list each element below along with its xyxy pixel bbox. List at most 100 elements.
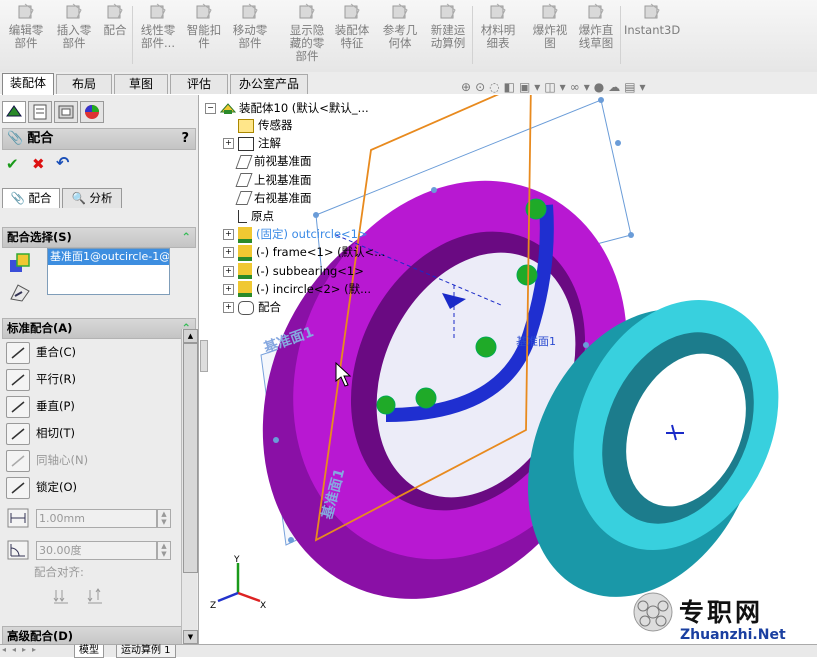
toolbar-separator [620, 6, 621, 64]
display-style-icon[interactable]: ◫▾ [544, 80, 569, 94]
tree-item-label: 注解 [258, 136, 281, 151]
scroll-down-arrow[interactable]: ▼ [183, 630, 198, 644]
toolbar-button-5[interactable]: 移动零 部件 [228, 2, 272, 64]
mate-selection-header[interactable]: 配合选择(S) ⌃ [2, 227, 196, 248]
toolbar-button-1[interactable]: 插入零 部件 [52, 2, 96, 64]
tab-evaluate[interactable]: 评估 [170, 74, 228, 94]
tree-item[interactable]: +右视基准面 [223, 190, 312, 207]
tab-office-products[interactable]: 办公室产品 [230, 74, 308, 94]
view-orientation-icon[interactable]: ▣▾ [519, 80, 544, 94]
toolbar-button-3[interactable]: 线性零 部件... [136, 2, 180, 64]
mate-perpendicular-option[interactable]: 垂直(P) [6, 395, 75, 418]
tree-root[interactable]: − 装配体10 (默认<默认_... [205, 100, 369, 117]
aligned-button[interactable] [52, 587, 72, 605]
panel-scrollbar[interactable]: ▲ ▼ [181, 329, 198, 644]
toolbar-button-label: 新建运 动算例 [430, 23, 466, 50]
expand-toggle-icon[interactable]: + [223, 229, 234, 241]
distance-spinner[interactable]: ▲ ▼ [157, 509, 171, 528]
collapse-toggle-icon[interactable]: − [205, 103, 216, 114]
tree-item[interactable]: + 注解 [223, 135, 281, 152]
toolbar-button-12[interactable]: 爆炸直 线草图 [574, 2, 618, 64]
tree-item[interactable]: +传感器 [223, 117, 293, 134]
triad-z-label: Z [210, 601, 216, 611]
property-icon [33, 104, 47, 120]
tab-scroll-arrows[interactable]: ◂◂▸▸ [2, 645, 42, 654]
mate-selection-list[interactable]: 基准面1@outcircle-1@ [47, 248, 170, 295]
section-view-icon[interactable]: ◧ [504, 80, 519, 94]
hide-show-icon[interactable]: ∞▾ [570, 80, 594, 94]
panel-title: 配合 [27, 131, 54, 146]
tab-sketch[interactable]: 草图 [114, 74, 168, 94]
expand-toggle-icon[interactable]: + [223, 265, 234, 277]
toolbar-button-11[interactable]: 爆炸视 图 [528, 2, 572, 64]
scroll-thumb[interactable] [183, 343, 198, 573]
tree-item[interactable]: + 配合 [223, 299, 281, 316]
tree-item[interactable]: + (-) subbearing<1> [223, 263, 364, 280]
property-manager-header: 📎 配合 ? [2, 128, 196, 150]
anti-aligned-button[interactable] [86, 587, 106, 605]
feature-manager-tab[interactable] [2, 101, 26, 123]
cancel-button[interactable]: ✖ [32, 155, 45, 173]
mate-concentric-option[interactable]: 同轴心(N) [6, 449, 88, 472]
ok-button[interactable]: ✔ [6, 155, 19, 173]
toolbar-button-4[interactable]: 智能扣 件 [182, 2, 226, 64]
mate-coincident-option[interactable]: 重合(C) [6, 341, 76, 364]
previous-view-icon[interactable]: ◌ [489, 80, 503, 94]
tree-item[interactable]: +上视基准面 [223, 172, 312, 189]
mate-parallel-option[interactable]: 平行(R) [6, 368, 76, 391]
zoom-to-fit-icon[interactable]: ⊕ [461, 80, 475, 94]
toolbar-button-13[interactable]: Instant3D [624, 2, 680, 64]
property-manager-panel: 📎 配合 ? ✔ ✖ ↶ 📎 配合 🔍 分析 配合选择(S) ⌃ 基准面1@out… [0, 95, 199, 656]
help-button[interactable]: ? [181, 129, 189, 148]
tab-layout[interactable]: 布局 [56, 74, 112, 94]
display-manager-tab[interactable] [80, 101, 104, 123]
tab-motion-study[interactable]: 运动算例 1 [116, 645, 176, 658]
mate-option-label: 锁定(O) [36, 480, 78, 494]
angle-input[interactable]: 30.00度 [36, 541, 157, 560]
explode-line-sketch-icon [588, 3, 604, 19]
tab-model[interactable]: 模型 [74, 645, 104, 658]
tree-item[interactable]: + (-) incircle<2> (默... [223, 281, 371, 298]
toolbar-button-7[interactable]: 装配体 特征 [330, 2, 374, 64]
subtab-analysis[interactable]: 🔍 分析 [62, 188, 122, 208]
selected-item[interactable]: 基准面1@outcircle-1@ [48, 249, 169, 265]
tree-item-label: 传感器 [258, 118, 293, 132]
appearance-icon[interactable]: ● [594, 80, 608, 94]
toolbar-button-9[interactable]: 新建运 动算例 [426, 2, 470, 64]
mate-tangent-option[interactable]: 相切(T) [6, 422, 75, 445]
undo-button[interactable]: ↶ [56, 153, 69, 172]
instant3d-icon [644, 3, 660, 19]
collapse-icon[interactable]: ⌃ [181, 228, 191, 247]
bom-icon [490, 3, 506, 19]
toolbar-button-0[interactable]: 编辑零 部件 [4, 2, 48, 64]
expand-toggle-icon[interactable]: + [223, 283, 234, 295]
expand-toggle-icon[interactable]: + [223, 247, 234, 259]
subtab-mates[interactable]: 📎 配合 [2, 188, 60, 208]
distance-input[interactable]: 1.00mm [36, 509, 157, 528]
toolbar-button-8[interactable]: 参考几 何体 [378, 2, 422, 64]
property-manager-tab[interactable] [28, 101, 52, 123]
mate-lock-option[interactable]: 锁定(O) [6, 476, 78, 499]
tree-item-label: 配合 [258, 300, 281, 314]
view-settings-icon[interactable]: ▤▾ [624, 80, 649, 94]
expand-toggle-icon[interactable]: + [223, 138, 234, 150]
tree-item[interactable]: + (-) frame<1> (默认<... [223, 244, 385, 261]
tree-item[interactable]: +前视基准面 [223, 153, 312, 170]
subtab-mates-label: 配合 [28, 191, 52, 205]
standard-mates-header[interactable]: 标准配合(A) ⌃ [2, 318, 196, 339]
expand-toggle-icon[interactable]: + [223, 302, 234, 313]
scroll-up-arrow[interactable]: ▲ [183, 329, 198, 343]
tree-item[interactable]: + (固定) outcircle<1> [223, 226, 368, 243]
tree-item-label: (-) subbearing<1> [256, 263, 364, 278]
plane-icon [235, 173, 253, 188]
toolbar-button-2[interactable]: 配合 [100, 2, 130, 64]
angle-spinner[interactable]: ▲ ▼ [157, 541, 171, 560]
tab-assembly[interactable]: 装配体 [2, 73, 54, 95]
toolbar-button-6[interactable]: 显示隐 藏的零 部件 [284, 2, 330, 64]
toolbar-button-label: 配合 [103, 23, 127, 37]
zoom-area-icon[interactable]: ⊙ [475, 80, 489, 94]
configuration-tab[interactable] [54, 101, 78, 123]
toolbar-button-10[interactable]: 材料明 细表 [474, 2, 522, 64]
tree-item[interactable]: +原点 [223, 208, 274, 225]
scene-icon[interactable]: ☁ [608, 80, 624, 94]
